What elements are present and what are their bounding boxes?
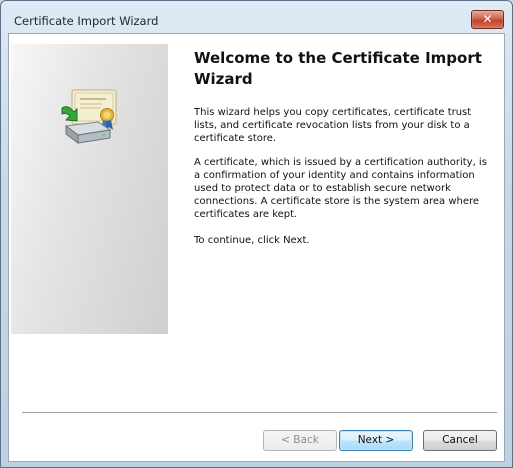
- next-button[interactable]: Next >: [339, 430, 413, 451]
- certificate-import-icon: [61, 89, 117, 144]
- continue-instruction: To continue, click Next.: [194, 235, 310, 246]
- wizard-banner: [11, 44, 168, 334]
- window-title: Certificate Import Wizard: [14, 14, 159, 28]
- certificate-description-paragraph: A certificate, which is issued by a cert…: [194, 157, 487, 220]
- cancel-button[interactable]: Cancel: [423, 430, 497, 451]
- button-divider: [22, 412, 497, 414]
- back-button[interactable]: < Back: [263, 430, 337, 451]
- close-button[interactable]: ✕: [471, 10, 504, 29]
- title-bar[interactable]: Certificate Import Wizard ✕: [1, 1, 512, 31]
- wizard-client-area: Welcome to the Certificate Import Wizard…: [8, 33, 505, 462]
- wizard-window: Certificate Import Wizard ✕ Welcome to t…: [0, 0, 513, 468]
- close-icon: ✕: [482, 12, 493, 26]
- page-title: Welcome to the Certificate Import Wizard: [194, 49, 482, 88]
- intro-paragraph: This wizard helps you copy certificates,…: [194, 107, 472, 144]
